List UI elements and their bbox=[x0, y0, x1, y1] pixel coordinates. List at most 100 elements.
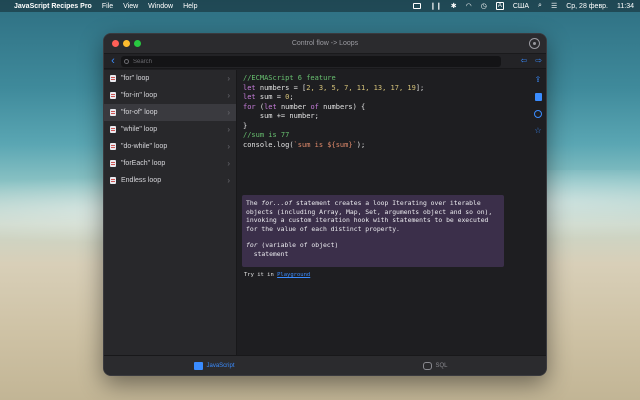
menu-window[interactable]: Window bbox=[148, 3, 173, 10]
tab-sql[interactable]: SQL bbox=[325, 356, 546, 375]
search-input[interactable] bbox=[133, 58, 473, 65]
syntax-body: statement bbox=[246, 249, 289, 258]
right-toolbar: ⇪ ☆ bbox=[530, 70, 546, 355]
document-icon bbox=[110, 160, 116, 167]
code-text: sum = bbox=[255, 93, 286, 101]
sidebar-item[interactable]: "while" loop › bbox=[104, 121, 236, 138]
chevron-right-icon: › bbox=[227, 159, 230, 168]
code-text: numbers) { bbox=[318, 102, 366, 111]
wifi-icon[interactable]: ◠ bbox=[466, 2, 472, 10]
share-icon[interactable]: ⇪ bbox=[534, 76, 542, 84]
code-text: sum += number; bbox=[243, 112, 319, 120]
document-icon bbox=[110, 143, 116, 150]
sidebar-item-label: "while" loop bbox=[121, 126, 158, 133]
chevron-right-icon: › bbox=[227, 108, 230, 117]
code-text: } bbox=[243, 121, 248, 130]
code-text: number bbox=[276, 102, 311, 111]
menu-bar: JavaScript Recipes Pro File View Window … bbox=[0, 0, 640, 12]
nav-buttons: ⇦ ⇨ bbox=[521, 56, 542, 65]
description-emphasis: for...of bbox=[261, 199, 293, 207]
display-icon[interactable] bbox=[413, 3, 422, 9]
description-part: The bbox=[246, 199, 262, 207]
sidebar-item-label: Endless loop bbox=[121, 177, 162, 184]
syntax-keyword: for bbox=[246, 241, 258, 249]
description-text: The for...of statement creates a loop It… bbox=[246, 199, 500, 233]
description-box: The for...of statement creates a loop It… bbox=[242, 195, 504, 267]
sidebar-item-label: "for-in" loop bbox=[121, 92, 158, 99]
sidebar-item-label: "do-while" loop bbox=[121, 143, 168, 150]
code-text: ); bbox=[356, 140, 366, 149]
menu-view[interactable]: View bbox=[123, 3, 138, 10]
next-arrow-icon[interactable]: ⇨ bbox=[535, 56, 542, 65]
sidebar-item[interactable]: "for-in" loop › bbox=[104, 87, 236, 104]
code-comment: //sum is 77 bbox=[243, 131, 290, 139]
javascript-icon bbox=[194, 361, 204, 370]
sidebar-item[interactable]: "forEach" loop › bbox=[104, 155, 236, 172]
sidebar-item[interactable]: "do-while" loop › bbox=[104, 138, 236, 155]
document-icon bbox=[110, 177, 116, 184]
input-source[interactable]: США bbox=[513, 3, 529, 10]
playground-link[interactable]: Playground bbox=[277, 272, 310, 278]
sidebar-item-label: "for" loop bbox=[121, 75, 150, 82]
code-string: `sum is ${sum}` bbox=[293, 140, 357, 149]
sidebar-item[interactable]: "for-of" loop › bbox=[104, 104, 236, 121]
code-block[interactable]: //ECMAScript 6 feature let numbers = [2,… bbox=[243, 74, 424, 150]
keyboard-a-icon[interactable]: A bbox=[495, 2, 504, 10]
settings-gear-icon[interactable] bbox=[529, 38, 540, 49]
run-icon[interactable] bbox=[534, 110, 542, 118]
tab-javascript[interactable]: JavaScript bbox=[104, 356, 325, 375]
pause-icon[interactable]: ❙❙ bbox=[430, 2, 442, 10]
code-keyword: of bbox=[310, 102, 319, 111]
menu-time[interactable]: 11:34 bbox=[617, 3, 634, 10]
code-number: 2, 3, 5, 7, 11, 13, 17, 19 bbox=[306, 83, 416, 92]
code-text: numbers = [ bbox=[255, 83, 307, 92]
search-menu-icon[interactable]: ⌕ bbox=[538, 2, 542, 10]
code-text: ]; bbox=[415, 83, 425, 92]
menu-file[interactable]: File bbox=[102, 3, 113, 10]
toolbar: ‹ ⇦ ⇨ bbox=[104, 54, 546, 69]
code-text: ( bbox=[255, 102, 265, 111]
code-keyword: let bbox=[264, 102, 277, 111]
window-title: Control flow -> Loops bbox=[291, 40, 359, 47]
copy-code-icon[interactable] bbox=[534, 93, 542, 101]
document-icon bbox=[110, 92, 116, 99]
sidebar-item[interactable]: "for" loop › bbox=[104, 70, 236, 87]
chevron-right-icon: › bbox=[227, 142, 230, 151]
sidebar-item[interactable]: Endless loop › bbox=[104, 172, 236, 189]
tab-bar: JavaScript SQL bbox=[104, 355, 546, 375]
code-keyword: let bbox=[243, 93, 256, 101]
bluetooth-icon[interactable]: ✱ bbox=[451, 2, 457, 10]
menu-date[interactable]: Ср, 28 февр. bbox=[566, 3, 608, 10]
chevron-right-icon: › bbox=[227, 91, 230, 100]
search-field[interactable] bbox=[121, 56, 501, 67]
document-icon bbox=[110, 75, 116, 82]
search-icon bbox=[124, 59, 129, 64]
code-text: ; bbox=[289, 93, 294, 101]
chevron-right-icon: › bbox=[227, 125, 230, 134]
code-keyword: let bbox=[243, 83, 256, 92]
clock-icon[interactable]: ◷ bbox=[481, 2, 487, 10]
sidebar: "for" loop › "for-in" loop › "for-of" loop › "… bbox=[104, 70, 237, 355]
recipe-content: //ECMAScript 6 feature let numbers = [2,… bbox=[237, 70, 546, 355]
favorite-star-icon[interactable]: ☆ bbox=[534, 127, 542, 135]
try-it-line: Try it in Playground bbox=[244, 272, 310, 278]
menu-app-name[interactable]: JavaScript Recipes Pro bbox=[14, 3, 92, 10]
app-window: Control flow -> Loops ‹ ⇦ ⇨ "for" loop›"… bbox=[103, 33, 547, 376]
document-icon bbox=[110, 126, 116, 133]
previous-arrow-icon[interactable]: ⇦ bbox=[521, 56, 528, 65]
control-center-icon[interactable]: ☰ bbox=[551, 2, 557, 10]
code-text: console.log( bbox=[243, 140, 294, 149]
sidebar-item-label: "forEach" loop bbox=[121, 160, 166, 167]
syntax-line: for (variable of object) bbox=[246, 241, 500, 250]
menu-help[interactable]: Help bbox=[183, 3, 197, 10]
back-chevron-icon[interactable]: ‹ bbox=[106, 55, 120, 67]
chevron-right-icon: › bbox=[227, 74, 230, 83]
code-keyword: for bbox=[243, 102, 256, 111]
tab-label: SQL bbox=[435, 362, 448, 369]
try-it-prefix: Try it in bbox=[244, 272, 278, 278]
main-area: "for" loop › "for-in" loop › "for-of" loop › "… bbox=[104, 70, 546, 355]
status-area: ❙❙ ✱ ◠ ◷ A США ⌕ ☰ Ср, 28 февр. 11:34 bbox=[413, 2, 634, 10]
sidebar-item-label: "for-of" loop bbox=[121, 109, 158, 116]
code-comment: //ECMAScript 6 feature bbox=[243, 74, 336, 82]
document-icon bbox=[110, 109, 116, 116]
